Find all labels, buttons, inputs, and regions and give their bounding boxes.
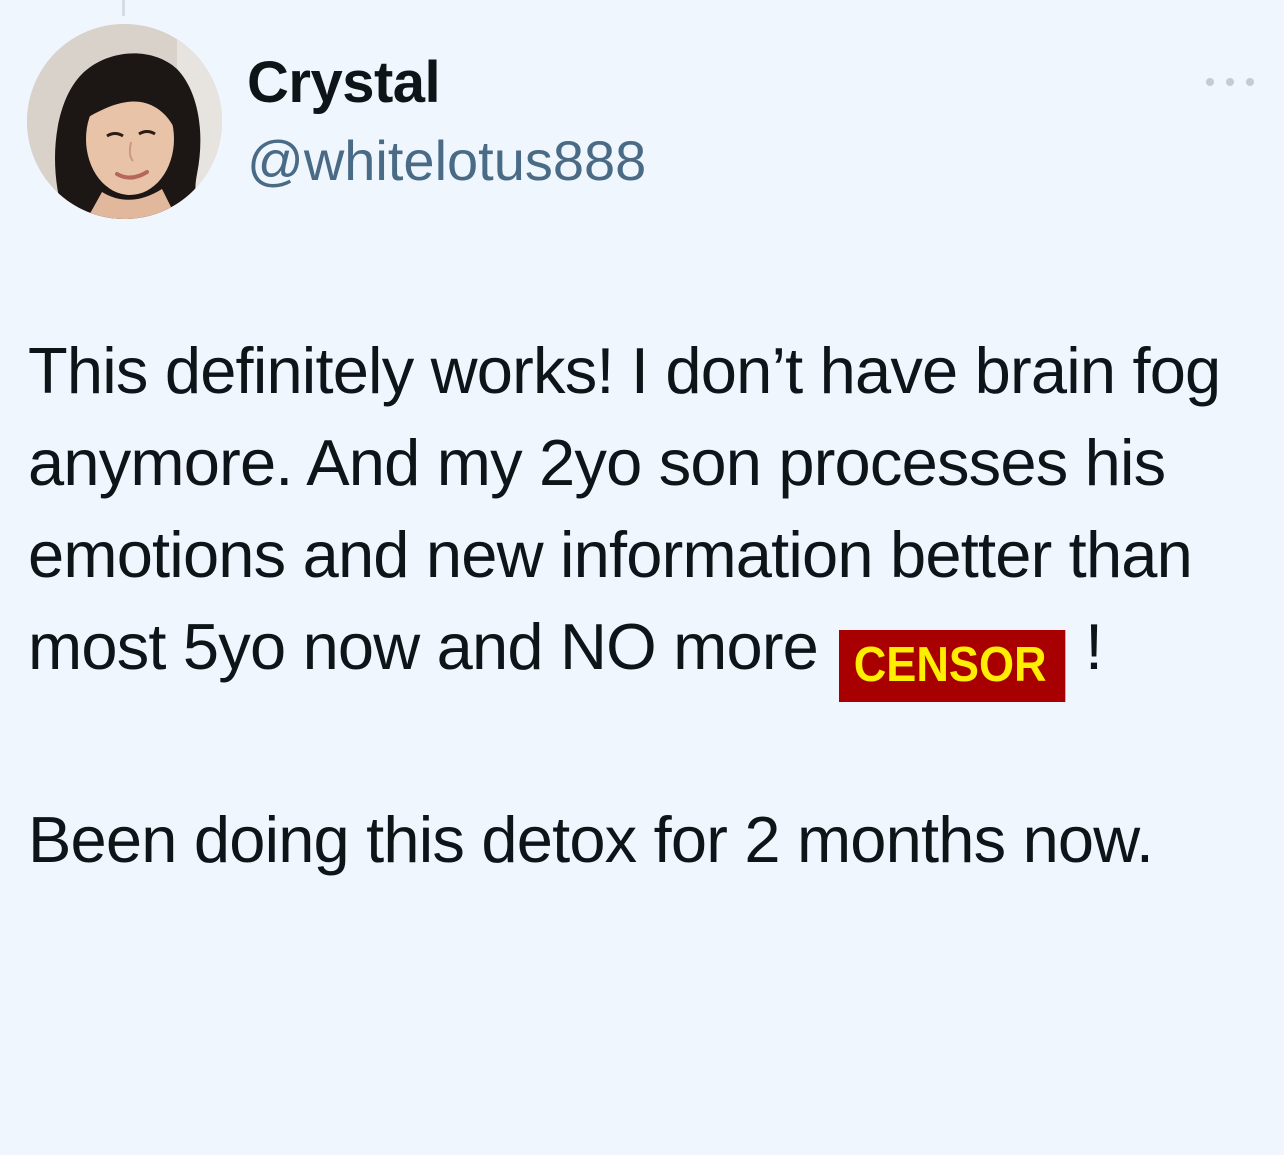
author-handle[interactable]: @whitelotus888	[247, 128, 646, 194]
more-dot-icon	[1246, 78, 1254, 86]
tweet-paragraph-1: This definitely works! I don’t have brai…	[28, 325, 1258, 702]
thread-connector-line	[122, 0, 125, 16]
tweet-body: This definitely works! I don’t have brai…	[28, 325, 1258, 886]
censor-overlay: CENSOR	[839, 630, 1066, 702]
tweet-paragraph-2: Been doing this detox for 2 months now.	[28, 803, 1154, 876]
more-dot-icon	[1226, 78, 1234, 86]
profile-photo-icon	[27, 24, 222, 219]
author-display-name[interactable]: Crystal	[247, 50, 441, 116]
more-options-button[interactable]	[1206, 70, 1254, 94]
more-dot-icon	[1206, 78, 1214, 86]
tweet-text-after-censor: !	[1084, 610, 1103, 683]
avatar[interactable]	[27, 24, 222, 219]
